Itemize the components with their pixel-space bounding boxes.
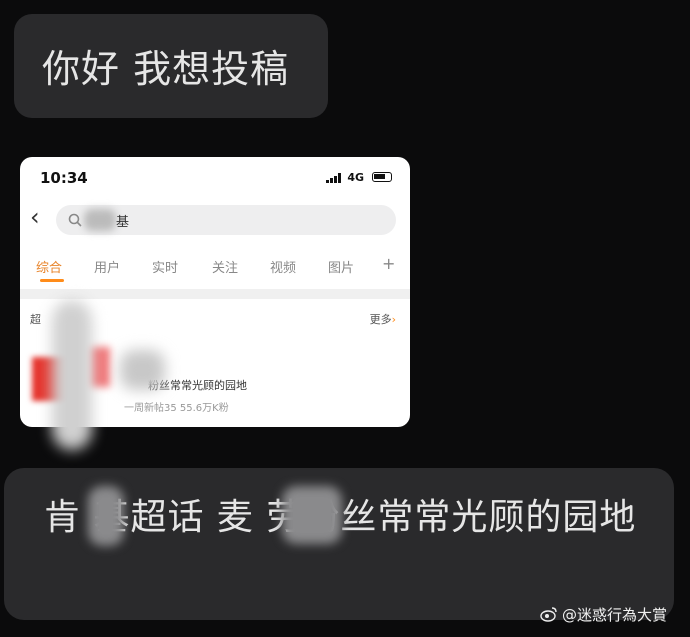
search-bar[interactable]: 基 — [56, 205, 396, 235]
status-time: 10:34 — [40, 169, 88, 187]
chevron-right-icon: › — [391, 313, 396, 326]
tab-users[interactable]: 用户 — [94, 257, 120, 276]
weibo-icon — [540, 607, 557, 622]
message-text: 肯 基超话 麦 劳粉丝常常光顾的园地 — [44, 497, 637, 538]
message-text: 你好 我想投稿 — [42, 47, 290, 91]
tab-images[interactable]: 图片 — [328, 257, 354, 276]
result-meta: 一周新帖35 55.6万K粉 — [124, 403, 229, 414]
signal-icon — [326, 173, 342, 183]
tab-add-icon[interactable]: + — [382, 254, 395, 273]
tab-bar: 综合 用户 实时 关注 视频 图片 + — [20, 254, 410, 283]
search-query: 基 — [116, 215, 130, 230]
network-label: 4G — [347, 171, 364, 184]
active-tab-underline — [40, 279, 64, 282]
more-label: 更多 — [369, 313, 392, 326]
section-label: 超 — [30, 313, 41, 326]
tab-realtime[interactable]: 实时 — [152, 257, 178, 276]
watermark-text: @迷惑行為大賞 — [562, 606, 668, 624]
tab-comprehensive[interactable]: 综合 — [36, 257, 62, 276]
redaction-smudge — [88, 486, 124, 546]
redaction-smudge — [52, 300, 92, 450]
more-link[interactable]: 更多› — [370, 311, 396, 327]
tab-video[interactable]: 视频 — [270, 257, 296, 276]
redacted-avatar-detail — [90, 347, 110, 387]
search-icon — [68, 213, 82, 227]
redacted-query — [84, 209, 116, 231]
section-divider — [20, 289, 410, 299]
redaction-smudge — [282, 486, 342, 544]
back-icon[interactable]: ‹ — [30, 205, 40, 229]
message-bubble-greeting: 你好 我想投稿 — [14, 14, 328, 118]
redaction-smudge — [120, 350, 165, 390]
tab-following[interactable]: 关注 — [212, 257, 238, 276]
battery-icon — [372, 172, 392, 182]
